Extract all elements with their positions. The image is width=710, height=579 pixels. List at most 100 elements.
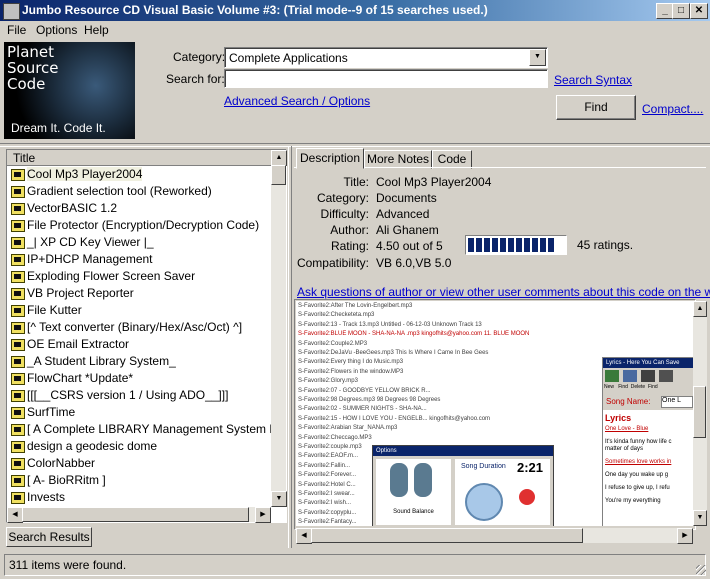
chevron-down-icon[interactable]: ▼	[529, 49, 546, 66]
list-item[interactable]: SurfTime	[7, 404, 271, 421]
preview-lyrics-text: One Love - Blue It's kinda funny how life…	[603, 426, 693, 505]
list-item[interactable]: Cool Mp3 Player2004	[7, 166, 271, 183]
list-item[interactable]: Invests	[7, 489, 271, 506]
code-file-icon	[11, 186, 25, 198]
list-item[interactable]: ColorNabber	[7, 455, 271, 472]
preview-sound-balance-label: Sound Balance	[393, 509, 434, 515]
list-item-label: Gradient selection tool (Reworked)	[27, 184, 212, 198]
compact-link[interactable]: Compact....	[642, 102, 703, 116]
list-item[interactable]: _| XP CD Key Viewer |_	[7, 234, 271, 251]
list-item-label: IP+DHCP Management	[27, 252, 153, 266]
list-item[interactable]: VB Project Reporter	[7, 285, 271, 302]
search-syntax-link[interactable]: Search Syntax	[554, 73, 632, 87]
list-header-title: Title	[13, 151, 36, 165]
toolbar-separator	[0, 143, 710, 147]
list-header[interactable]: Title	[7, 150, 272, 166]
preview-scroll-up-button[interactable]: ▲	[693, 301, 707, 317]
code-file-icon	[11, 271, 25, 283]
rating-bar-segment	[540, 238, 546, 252]
list-item[interactable]: File Kutter	[7, 302, 271, 319]
code-file-icon	[11, 458, 25, 470]
list-item[interactable]: _A Student Library System_	[7, 353, 271, 370]
app-icon[interactable]	[3, 3, 20, 20]
preview-file-row: S-Favorite2:EAOF.m...	[298, 453, 359, 460]
code-file-icon	[11, 339, 25, 351]
maximize-button[interactable]: □	[672, 3, 690, 19]
category-detail-value: Documents	[376, 191, 437, 205]
rating-bar	[465, 235, 567, 255]
rating-bar-segment	[476, 238, 482, 252]
difficulty-label: Difficulty:	[320, 207, 369, 221]
logo-line-1: Planet	[7, 43, 55, 61]
preview-file-row: S-Favorite2:I swear...	[298, 491, 355, 497]
resize-grip-icon[interactable]	[696, 565, 706, 575]
preview-scroll-down-button[interactable]: ▼	[693, 510, 707, 526]
category-select[interactable]: Complete Applications ▼	[224, 47, 548, 68]
preview-scroll-left-button[interactable]: ◀	[296, 528, 312, 544]
list-item-label: FlowChart *Update*	[27, 371, 134, 385]
preview-scroll-right-button[interactable]: ▶	[677, 528, 693, 544]
code-file-icon	[11, 475, 25, 487]
preview-file-row: S-Favorite2:couple.mp3	[298, 444, 362, 450]
find-button[interactable]: Find	[556, 95, 636, 120]
preview-options-window: Options Sound Balance Song Duration 2:21	[372, 445, 554, 526]
preview-scroll-thumb[interactable]	[693, 386, 706, 438]
scroll-right-button[interactable]: ▶	[255, 507, 271, 523]
list-item-label: SurfTime	[27, 405, 76, 419]
preview-file-row: S-Favorite2:I wish...	[298, 500, 352, 507]
preview-lyrics-line: Sometimes love works in	[605, 459, 672, 465]
scroll-left-button[interactable]: ◀	[7, 507, 23, 523]
list-horizontal-scrollbar[interactable]: ◀ ▶	[7, 507, 271, 523]
hscroll-thumb[interactable]	[22, 507, 249, 522]
preview-find2-icon	[659, 370, 673, 382]
list-item-label: VectorBASIC 1.2	[27, 201, 118, 215]
list-item-label: VB Project Reporter	[27, 286, 134, 300]
advanced-search-link[interactable]: Advanced Search / Options	[224, 94, 370, 108]
search-input[interactable]	[224, 69, 548, 88]
preview-file-row: S-Favorite2:Glory.mp3	[298, 378, 358, 385]
menu-options[interactable]: Options	[36, 23, 77, 37]
preview-vertical-scrollbar[interactable]: ▲ ▼	[693, 301, 707, 526]
list-item[interactable]: [[[__CSRS version 1 / Using ADO__]]]	[7, 387, 271, 404]
ask-author-link[interactable]: Ask questions of author or view other us…	[297, 285, 710, 299]
code-file-icon	[11, 441, 25, 453]
menu-file[interactable]: File	[7, 23, 26, 37]
difficulty-value: Advanced	[376, 207, 430, 221]
status-text: 311 items were found.	[9, 558, 127, 572]
code-file-icon	[11, 305, 25, 317]
list-item[interactable]: Exploding Flower Screen Saver	[7, 268, 271, 285]
title-label: Title:	[343, 175, 369, 189]
list-item[interactable]: [ A Complete LIBRARY Management System N…	[7, 421, 271, 438]
tab-description[interactable]: Description	[296, 148, 364, 169]
close-button[interactable]: ✕	[690, 3, 708, 19]
rating-bar-segment	[508, 238, 514, 252]
preview-lyrics-heading: Lyrics	[605, 413, 632, 423]
list-item[interactable]: VectorBASIC 1.2	[7, 200, 271, 217]
menu-help[interactable]: Help	[84, 23, 109, 37]
preview-hscroll-thumb[interactable]	[311, 528, 583, 543]
list-item[interactable]: OE Email Extractor	[7, 336, 271, 353]
preview-lyrics-toolbar: New Find Delete Find	[603, 368, 693, 394]
list-item[interactable]: FlowChart *Update*	[7, 370, 271, 387]
preview-horizontal-scrollbar[interactable]: ◀ ▶	[296, 528, 693, 544]
results-list[interactable]: Title Cool Mp3 Player2004 Gradient select…	[6, 149, 287, 523]
code-file-icon	[11, 390, 25, 402]
scroll-up-button[interactable]: ▲	[271, 150, 287, 166]
rating-bar-segment	[484, 238, 490, 252]
preview-file-row: S-Favorite2:BLUE MOON - SHA-NA-NA .mp3 k…	[298, 331, 530, 338]
title-value: Cool Mp3 Player2004	[376, 175, 492, 189]
list-item[interactable]: design a geodesic dome	[7, 438, 271, 455]
preview-song-duration: Song Duration 2:21	[455, 459, 550, 525]
list-item[interactable]: [ A- BioRRitm ]	[7, 472, 271, 489]
list-item[interactable]: IP+DHCP Management	[7, 251, 271, 268]
list-item[interactable]: Gradient selection tool (Reworked)	[7, 183, 271, 200]
tab-search-results[interactable]: Search Results	[6, 527, 92, 547]
search-for-label: Search for:	[166, 72, 225, 86]
list-item-label: File Protector (Encryption/Decryption Co…	[27, 218, 260, 232]
preview-sound-balance: Sound Balance	[376, 459, 451, 525]
scroll-down-button[interactable]: ▼	[271, 491, 287, 507]
preview-file-row: S-Favorite2:After The Lovin-Engelbert.mp…	[298, 303, 413, 309]
code-file-icon	[11, 203, 25, 215]
list-item[interactable]: File Protector (Encryption/Decryption Co…	[7, 217, 271, 234]
list-item[interactable]: [^ Text converter (Binary/Hex/Asc/Oct) ^…	[7, 319, 271, 336]
